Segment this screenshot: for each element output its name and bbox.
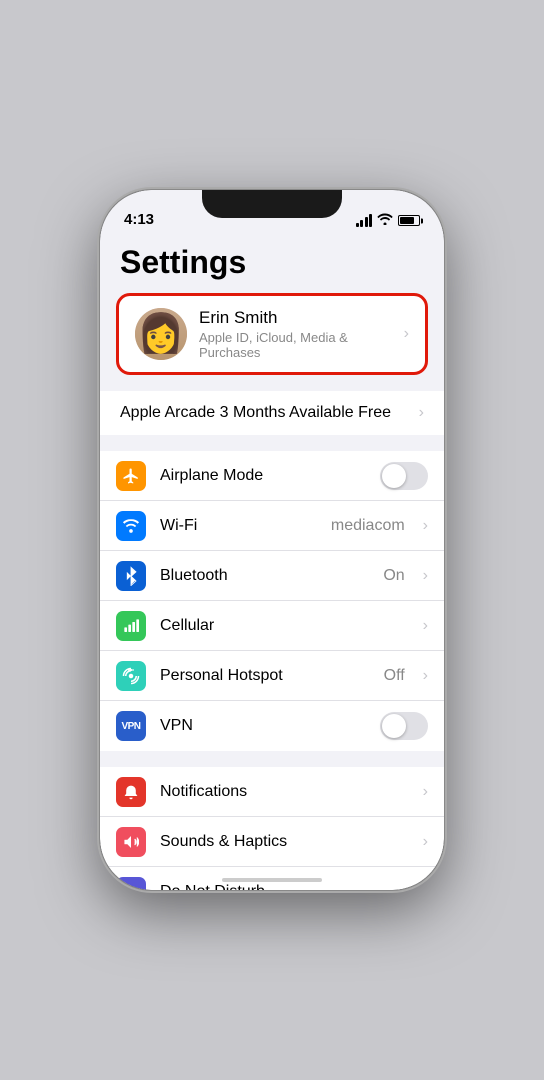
- notifications-icon: [116, 777, 146, 807]
- vpn-label: VPN: [160, 717, 366, 735]
- notch: [202, 190, 342, 218]
- wifi-value: mediacom: [331, 517, 405, 535]
- airplane-mode-icon: [116, 461, 146, 491]
- sounds-label: Sounds & Haptics: [160, 833, 409, 851]
- wifi-status-icon: [377, 213, 393, 228]
- vpn-row[interactable]: VPN VPN: [100, 701, 444, 751]
- hotspot-label: Personal Hotspot: [160, 667, 370, 685]
- wifi-row[interactable]: Wi-Fi mediacom ›: [100, 501, 444, 551]
- bluetooth-value: On: [383, 567, 404, 585]
- phone-frame: 4:13: [100, 190, 444, 890]
- profile-row[interactable]: Erin Smith Apple ID, iCloud, Media & Pur…: [119, 296, 425, 372]
- profile-section[interactable]: Erin Smith Apple ID, iCloud, Media & Pur…: [116, 293, 428, 375]
- home-indicator: [222, 878, 322, 882]
- notifications-chevron-icon: ›: [423, 783, 428, 801]
- sounds-icon: [116, 827, 146, 857]
- promo-section[interactable]: Apple Arcade 3 Months Available Free ›: [100, 391, 444, 435]
- bluetooth-icon: [116, 561, 146, 591]
- vpn-icon: VPN: [116, 711, 146, 741]
- promo-chevron-icon: ›: [419, 404, 424, 422]
- status-icons: [356, 213, 421, 228]
- page-title: Settings: [100, 234, 444, 293]
- battery-icon: [398, 215, 420, 226]
- battery-fill: [400, 217, 414, 224]
- airplane-mode-label: Airplane Mode: [160, 467, 366, 485]
- do-not-disturb-label: Do Not Disturb: [160, 883, 409, 890]
- airplane-mode-toggle[interactable]: [380, 462, 428, 490]
- notifications-group: Notifications › Sounds & Haptics ›: [100, 767, 444, 890]
- status-time: 4:13: [124, 211, 154, 228]
- wifi-label: Wi-Fi: [160, 517, 317, 535]
- bluetooth-chevron-icon: ›: [423, 567, 428, 585]
- hotspot-row[interactable]: Personal Hotspot Off ›: [100, 651, 444, 701]
- do-not-disturb-icon: [116, 877, 146, 890]
- content-scroll[interactable]: Settings Erin Smith Apple ID, iCloud, Me…: [100, 234, 444, 890]
- hotspot-value: Off: [384, 667, 405, 685]
- cellular-icon: [116, 611, 146, 641]
- bluetooth-row[interactable]: Bluetooth On ›: [100, 551, 444, 601]
- promo-row[interactable]: Apple Arcade 3 Months Available Free ›: [100, 391, 444, 435]
- cellular-chevron-icon: ›: [423, 617, 428, 635]
- connectivity-group: Airplane Mode Wi-Fi mediacom ›: [100, 451, 444, 751]
- cellular-row[interactable]: Cellular ›: [100, 601, 444, 651]
- bluetooth-label: Bluetooth: [160, 567, 369, 585]
- notifications-label: Notifications: [160, 783, 409, 801]
- notifications-row[interactable]: Notifications ›: [100, 767, 444, 817]
- vpn-toggle[interactable]: [380, 712, 428, 740]
- promo-text: Apple Arcade 3 Months Available Free: [120, 404, 391, 422]
- wifi-icon: [116, 511, 146, 541]
- hotspot-icon: [116, 661, 146, 691]
- signal-bars-icon: [356, 214, 373, 227]
- screen: 4:13: [100, 190, 444, 890]
- sounds-chevron-icon: ›: [423, 833, 428, 851]
- cellular-label: Cellular: [160, 617, 409, 635]
- wifi-chevron-icon: ›: [423, 517, 428, 535]
- hotspot-chevron-icon: ›: [423, 667, 428, 685]
- profile-subtitle: Apple ID, iCloud, Media & Purchases: [199, 330, 392, 360]
- avatar-face: [135, 308, 187, 360]
- sounds-row[interactable]: Sounds & Haptics ›: [100, 817, 444, 867]
- profile-chevron-icon: ›: [404, 325, 409, 343]
- profile-info: Erin Smith Apple ID, iCloud, Media & Pur…: [199, 308, 392, 360]
- avatar: [135, 308, 187, 360]
- do-not-disturb-chevron-icon: ›: [423, 883, 428, 890]
- profile-name: Erin Smith: [199, 308, 392, 328]
- airplane-mode-row[interactable]: Airplane Mode: [100, 451, 444, 501]
